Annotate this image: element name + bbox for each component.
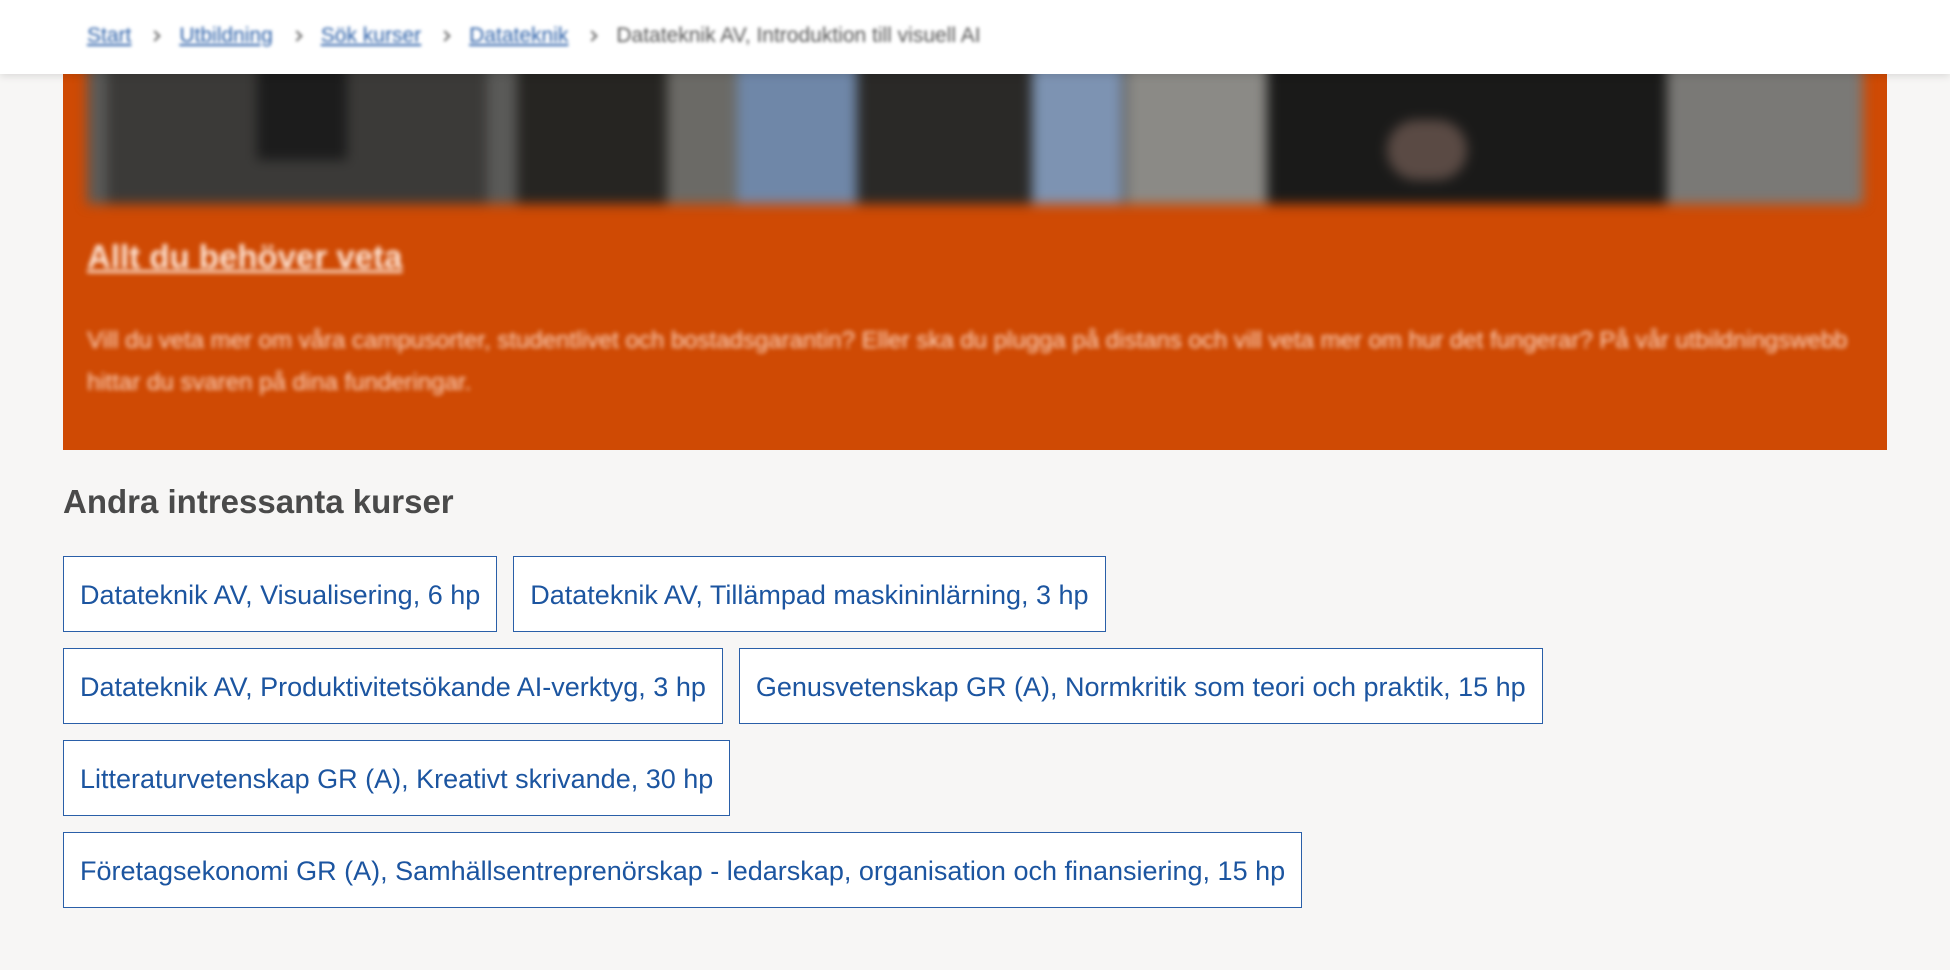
promo-text: Vill du veta mer om våra campusorter, st… — [87, 327, 1848, 396]
course-row: Datateknik AV, Visualisering, 6 hp Datat… — [63, 556, 1903, 632]
breadcrumb-utbildning[interactable]: Utbildning — [179, 24, 272, 48]
course-link[interactable]: Genusvetenskap GR (A), Normkritik som te… — [738, 648, 1543, 724]
chevron-right-icon — [293, 30, 301, 42]
chevron-right-icon — [588, 30, 596, 42]
course-link[interactable]: Litteraturvetenskap GR (A), Kreativt skr… — [63, 740, 731, 816]
course-row: Litteraturvetenskap GR (A), Kreativt skr… — [63, 740, 1903, 816]
chevron-right-icon — [441, 30, 449, 42]
header-bar: Start Utbildning Sök kurser Datateknik D… — [0, 0, 1950, 74]
promo-link[interactable]: Allt du behöver veta — [87, 238, 402, 276]
course-link[interactable]: Datateknik AV, Tillämpad maskininlärning… — [513, 556, 1106, 632]
promo-card: Allt du behöver veta Vill du veta mer om… — [63, 40, 1887, 450]
chevron-right-icon — [151, 30, 159, 42]
related-courses-list: Datateknik AV, Visualisering, 6 hp Datat… — [63, 556, 1903, 924]
breadcrumb-start[interactable]: Start — [87, 24, 131, 48]
course-row: Företagsekonomi GR (A), Samhällsentrepre… — [63, 832, 1903, 908]
breadcrumb: Start Utbildning Sök kurser Datateknik D… — [87, 24, 981, 48]
breadcrumb-datateknik[interactable]: Datateknik — [469, 24, 568, 48]
course-row: Datateknik AV, Produktivitetsökande AI-v… — [63, 648, 1903, 724]
breadcrumb-sok-kurser[interactable]: Sök kurser — [321, 24, 421, 48]
course-link[interactable]: Datateknik AV, Produktivitetsökande AI-v… — [63, 648, 723, 724]
breadcrumb-current: Datateknik AV, Introduktion till visuell… — [616, 24, 981, 47]
related-courses-heading: Andra intressanta kurser — [63, 483, 454, 520]
course-link[interactable]: Företagsekonomi GR (A), Samhällsentrepre… — [63, 832, 1303, 908]
course-link[interactable]: Datateknik AV, Visualisering, 6 hp — [63, 556, 498, 632]
